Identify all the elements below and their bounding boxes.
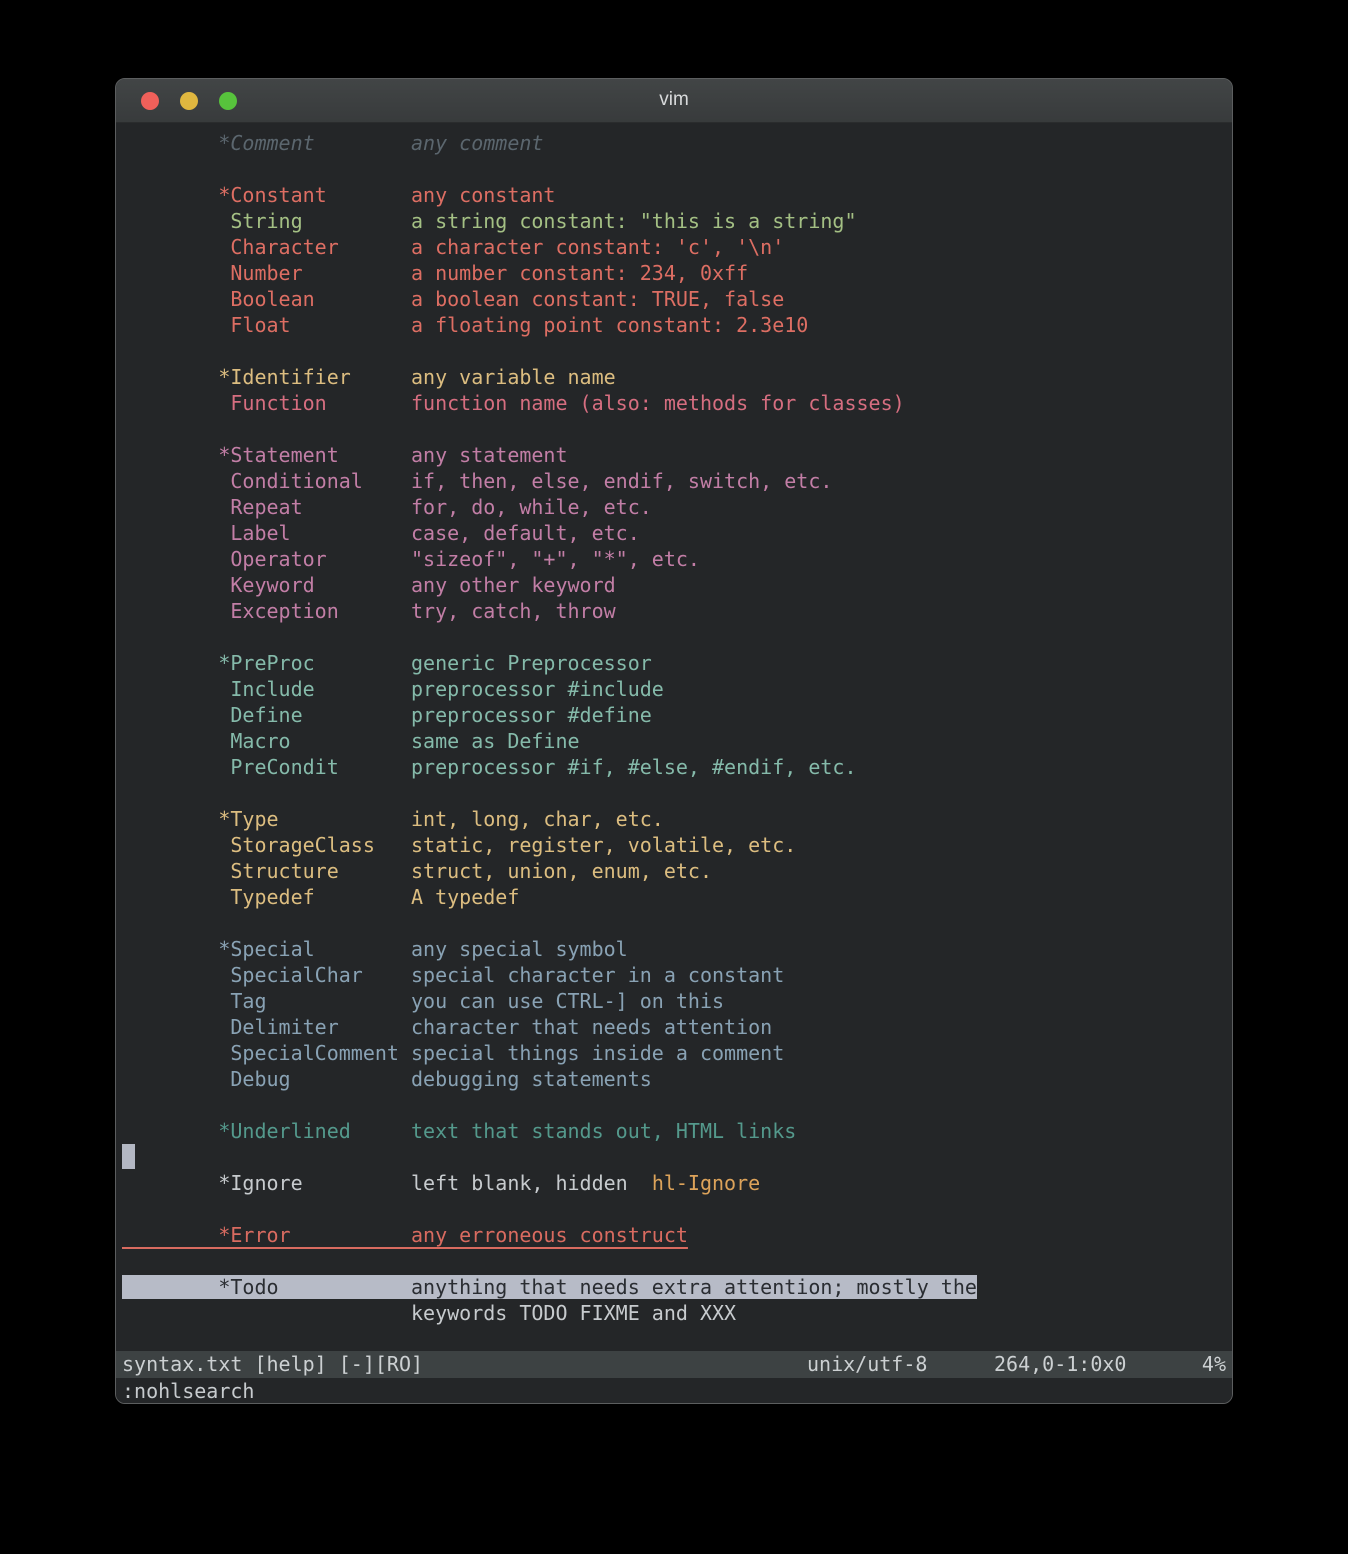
statusline-encoding: unix/utf-8 <box>807 1351 927 1378</box>
text-segment: *Identifier any variable name <box>122 365 616 389</box>
cursor-block <box>122 1144 135 1169</box>
buffer-line: *Type int, long, char, etc. <box>122 806 1232 832</box>
buffer-line: String a string constant: "this is a str… <box>122 208 1232 234</box>
text-segment: Float a floating point constant: 2.3e10 <box>122 313 808 337</box>
window-title: vim <box>116 79 1232 123</box>
text-segment: Debug debugging statements <box>122 1067 652 1091</box>
buffer[interactable]: *Comment any comment *Constant any const… <box>116 123 1232 1351</box>
buffer-line: Function function name (also: methods fo… <box>122 390 1232 416</box>
text-segment: Label case, default, etc. <box>122 521 640 545</box>
help-tag-link[interactable]: hl-Ignore <box>652 1171 760 1195</box>
buffer-line: Character a character constant: 'c', '\n… <box>122 234 1232 260</box>
buffer-line: SpecialChar special character in a const… <box>122 962 1232 988</box>
buffer-line <box>122 1144 1232 1170</box>
buffer-line: *Identifier any variable name <box>122 364 1232 390</box>
buffer-line: *Comment any comment <box>122 130 1232 156</box>
vim-statusline: syntax.txt [help] [-][RO] unix/utf-8 264,0… <box>116 1351 1232 1378</box>
buffer-line: Conditional if, then, else, endif, switc… <box>122 468 1232 494</box>
buffer-line <box>122 1092 1232 1118</box>
text-segment: Structure struct, union, enum, etc. <box>122 859 712 883</box>
buffer-line: StorageClass static, register, volatile,… <box>122 832 1232 858</box>
text-segment: Function function name (also: methods fo… <box>122 391 905 415</box>
buffer-line: Repeat for, do, while, etc. <box>122 494 1232 520</box>
buffer-line: *PreProc generic Preprocessor <box>122 650 1232 676</box>
buffer-line: Debug debugging statements <box>122 1066 1232 1092</box>
text-segment: *Special any special symbol <box>122 937 628 961</box>
buffer-line: Delimiter character that needs attention <box>122 1014 1232 1040</box>
buffer-line: *Special any special symbol <box>122 936 1232 962</box>
text-segment: SpecialChar special character in a const… <box>122 963 784 987</box>
buffer-line: Macro same as Define <box>122 728 1232 754</box>
text-segment: Character a character constant: 'c', '\n… <box>122 235 784 259</box>
buffer-line <box>122 156 1232 182</box>
buffer-line: SpecialComment special things inside a c… <box>122 1040 1232 1066</box>
text-segment: Conditional if, then, else, endif, switc… <box>122 469 832 493</box>
text-segment: Typedef A typedef <box>122 885 519 909</box>
text-segment: StorageClass static, register, volatile,… <box>122 833 796 857</box>
text-segment: SpecialComment special things inside a c… <box>122 1041 784 1065</box>
buffer-line: Label case, default, etc. <box>122 520 1232 546</box>
text-segment: Exception try, catch, throw <box>122 599 616 623</box>
text-segment: *Statement any statement <box>122 443 568 467</box>
buffer-line: *Ignore left blank, hidden hl-Ignore <box>122 1170 1232 1196</box>
text-segment: keywords TODO FIXME and XXX <box>122 1301 736 1325</box>
window-titlebar[interactable]: vim <box>116 79 1232 123</box>
buffer-line: *Underlined text that stands out, HTML l… <box>122 1118 1232 1144</box>
buffer-line: Include preprocessor #include <box>122 676 1232 702</box>
buffer-line: keywords TODO FIXME and XXX <box>122 1300 1232 1326</box>
buffer-line: Keyword any other keyword <box>122 572 1232 598</box>
text-segment: Tag you can use CTRL-] on this <box>122 989 724 1013</box>
buffer-line: Operator "sizeof", "+", "*", etc. <box>122 546 1232 572</box>
buffer-line <box>122 624 1232 650</box>
buffer-line <box>122 338 1232 364</box>
text-segment: Macro same as Define <box>122 729 580 753</box>
text-segment: Include preprocessor #include <box>122 677 664 701</box>
buffer-line: Boolean a boolean constant: TRUE, false <box>122 286 1232 312</box>
buffer-line: Typedef A typedef <box>122 884 1232 910</box>
text-segment: Keyword any other keyword <box>122 573 616 597</box>
vim-terminal-window: vim *Comment any comment *Constant any c… <box>115 78 1233 1404</box>
buffer-line <box>122 1196 1232 1222</box>
buffer-line <box>122 780 1232 806</box>
text-segment: Repeat for, do, while, etc. <box>122 495 652 519</box>
buffer-line: PreCondit preprocessor #if, #else, #endi… <box>122 754 1232 780</box>
statusline-ruler: 264,0-1:0x0 <box>994 1351 1126 1378</box>
statusline-file-info: syntax.txt [help] [-][RO] <box>122 1352 423 1376</box>
text-segment: Operator "sizeof", "+", "*", etc. <box>122 547 700 571</box>
buffer-line: Float a floating point constant: 2.3e10 <box>122 312 1232 338</box>
text-segment: PreCondit preprocessor #if, #else, #endi… <box>122 755 857 779</box>
text-segment: String a string constant: "this is a str… <box>122 209 857 233</box>
text-segment: Delimiter character that needs attention <box>122 1015 772 1039</box>
buffer-line: Exception try, catch, throw <box>122 598 1232 624</box>
text-segment: Number a number constant: 234, 0xff <box>122 261 748 285</box>
text-segment: *Todo anything that needs extra attentio… <box>122 1275 977 1299</box>
buffer-line: Define preprocessor #define <box>122 702 1232 728</box>
buffer-line: *Constant any constant <box>122 182 1232 208</box>
buffer-line <box>122 910 1232 936</box>
buffer-line <box>122 1248 1232 1274</box>
statusline-scroll-percent: 4% <box>1202 1351 1226 1378</box>
buffer-line: Tag you can use CTRL-] on this <box>122 988 1232 1014</box>
buffer-line: *Error any erroneous construct <box>122 1222 1232 1248</box>
text-segment: Boolean a boolean constant: TRUE, false <box>122 287 784 311</box>
text-segment: *Error any erroneous construct <box>122 1223 688 1247</box>
text-segment: *Ignore left blank, hidden <box>122 1171 652 1195</box>
text-segment: *Type int, long, char, etc. <box>122 807 664 831</box>
buffer-line <box>122 416 1232 442</box>
buffer-line: Structure struct, union, enum, etc. <box>122 858 1232 884</box>
buffer-line: *Statement any statement <box>122 442 1232 468</box>
text-segment: *PreProc generic Preprocessor <box>122 651 652 675</box>
text-segment: *Comment any comment <box>122 131 543 155</box>
buffer-line: Number a number constant: 234, 0xff <box>122 260 1232 286</box>
text-segment: Define preprocessor #define <box>122 703 652 727</box>
text-segment: *Underlined text that stands out, HTML l… <box>122 1119 796 1143</box>
vim-command-line[interactable]: :nohlsearch <box>116 1378 1232 1404</box>
buffer-line: *Todo anything that needs extra attentio… <box>122 1274 1232 1300</box>
text-segment: *Constant any constant <box>122 183 555 207</box>
